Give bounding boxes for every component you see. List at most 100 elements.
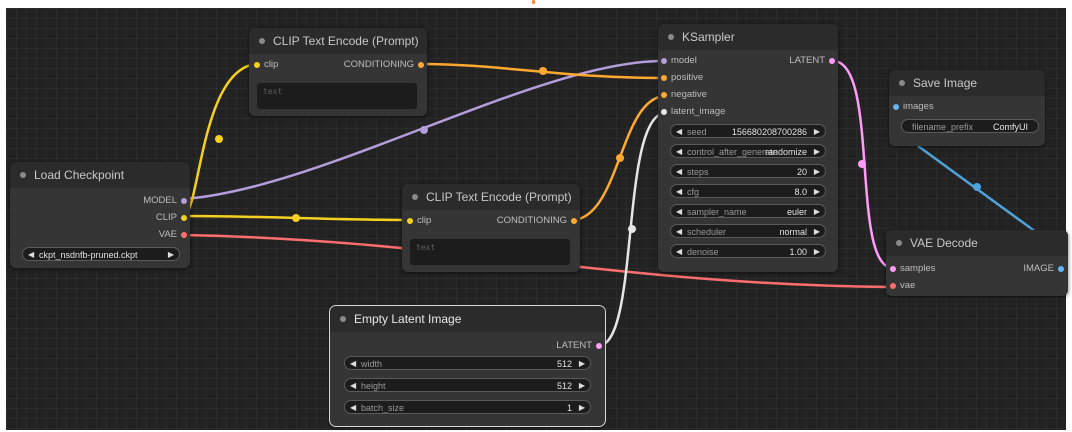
decrement-arrow-icon[interactable]: ◀ xyxy=(676,185,682,199)
increment-arrow-icon[interactable]: ▶ xyxy=(168,248,174,262)
empty-latent-title[interactable]: Empty Latent Image xyxy=(330,306,605,332)
decrement-arrow-icon[interactable]: ◀ xyxy=(28,248,34,262)
decrement-arrow-icon[interactable]: ◀ xyxy=(350,357,356,371)
decrement-arrow-icon[interactable]: ◀ xyxy=(350,379,356,393)
steps-widget[interactable]: ◀ steps 20 ▶ xyxy=(670,164,826,178)
output-conditioning-top[interactable]: CONDITIONING xyxy=(344,59,424,71)
pin-images-in[interactable] xyxy=(893,104,899,110)
input-positive-label: positive xyxy=(671,72,704,83)
clip-bottom-title[interactable]: CLIP Text Encode (Prompt) xyxy=(402,184,580,210)
decrement-arrow-icon[interactable]: ◀ xyxy=(676,145,682,159)
pin-clip-out[interactable] xyxy=(181,215,187,221)
increment-arrow-icon[interactable]: ▶ xyxy=(814,125,820,139)
ksampler-title[interactable]: KSampler xyxy=(658,24,838,50)
pin-vae-in[interactable] xyxy=(890,283,896,289)
cfg-widget[interactable]: ◀ cfg 8.0 ▶ xyxy=(670,184,826,198)
denoise-widget[interactable]: ◀ denoise 1.00 ▶ xyxy=(670,244,826,258)
empty-latent-image-node[interactable]: Empty Latent Image LATENT ◀ width 512 ▶ ◀ he… xyxy=(329,305,606,427)
seed-widget[interactable]: ◀ seed 156680208700286 ▶ xyxy=(670,124,826,138)
collapse-dot-icon[interactable] xyxy=(259,38,265,44)
input-vae[interactable]: vae xyxy=(890,280,915,292)
scheduler-widget[interactable]: ◀ scheduler normal ▶ xyxy=(670,224,826,238)
width-value: 512 xyxy=(556,359,572,369)
increment-arrow-icon[interactable]: ▶ xyxy=(579,357,585,371)
clip-bottom-text-input[interactable]: text xyxy=(410,239,570,265)
pin-samples-in[interactable] xyxy=(890,266,896,272)
decrement-arrow-icon[interactable]: ◀ xyxy=(676,245,682,259)
input-clip-top-label: clip xyxy=(264,59,279,70)
output-image[interactable]: IMAGE xyxy=(1023,263,1064,275)
scheduler-value: normal xyxy=(779,227,807,237)
increment-arrow-icon[interactable]: ▶ xyxy=(814,185,820,199)
input-samples[interactable]: samples xyxy=(890,263,935,275)
vae-decode-node[interactable]: VAE Decode samples vae IMAGE xyxy=(886,230,1068,296)
increment-arrow-icon[interactable]: ▶ xyxy=(814,145,820,159)
increment-arrow-icon[interactable]: ▶ xyxy=(579,401,585,415)
batch-size-label: batch_size xyxy=(361,403,405,413)
increment-arrow-icon[interactable]: ▶ xyxy=(579,379,585,393)
collapse-dot-icon[interactable] xyxy=(340,316,346,322)
steps-value: 20 xyxy=(796,167,807,177)
decrement-arrow-icon[interactable]: ◀ xyxy=(676,165,682,179)
collapse-dot-icon[interactable] xyxy=(668,34,674,40)
increment-arrow-icon[interactable]: ▶ xyxy=(814,165,820,179)
output-conditioning-bottom[interactable]: CONDITIONING xyxy=(497,215,577,227)
collapse-dot-icon[interactable] xyxy=(896,240,902,246)
vae-decode-title[interactable]: VAE Decode xyxy=(886,230,1068,256)
ksampler-node[interactable]: KSampler model positive negative latent_… xyxy=(658,24,838,272)
pin-clip-in[interactable] xyxy=(407,218,413,224)
clip-text-encode-top-node[interactable]: CLIP Text Encode (Prompt) clip CONDITION… xyxy=(249,28,427,116)
collapse-dot-icon[interactable] xyxy=(899,80,905,86)
batch-size-widget[interactable]: ◀ batch_size 1 ▶ xyxy=(344,400,591,414)
load-checkpoint-node[interactable]: Load Checkpoint MODEL CLIP VAE ◀ ckpt_ns… xyxy=(10,162,190,268)
output-vae[interactable]: VAE xyxy=(159,229,187,241)
denoise-label: denoise xyxy=(687,247,719,257)
input-images[interactable]: images xyxy=(893,101,934,113)
input-clip-top[interactable]: clip xyxy=(254,59,278,71)
pin-vae-out[interactable] xyxy=(181,232,187,238)
pin-model-out[interactable] xyxy=(181,198,187,204)
decrement-arrow-icon[interactable]: ◀ xyxy=(676,225,682,239)
height-widget[interactable]: ◀ height 512 ▶ xyxy=(344,378,591,392)
collapse-dot-icon[interactable] xyxy=(412,194,418,200)
clip-top-text-input[interactable]: text xyxy=(257,83,417,109)
decrement-arrow-icon[interactable]: ◀ xyxy=(350,401,356,415)
pin-latent-in[interactable] xyxy=(661,109,667,115)
pin-conditioning-out[interactable] xyxy=(571,218,577,224)
ckpt-name-value: ckpt_nsdnfb-pruned.ckpt xyxy=(39,250,138,260)
increment-arrow-icon[interactable]: ▶ xyxy=(814,245,820,259)
input-negative[interactable]: negative xyxy=(661,89,707,101)
pin-negative-in[interactable] xyxy=(661,92,667,98)
input-model[interactable]: model xyxy=(661,55,697,67)
pin-latent-out[interactable] xyxy=(596,343,602,349)
input-positive[interactable]: positive xyxy=(661,72,703,84)
increment-arrow-icon[interactable]: ▶ xyxy=(814,225,820,239)
sampler-name-widget[interactable]: ◀ sampler_name euler ▶ xyxy=(670,204,826,218)
output-latent-empty[interactable]: LATENT xyxy=(556,340,602,352)
decrement-arrow-icon[interactable]: ◀ xyxy=(676,125,682,139)
width-widget[interactable]: ◀ width 512 ▶ xyxy=(344,356,591,370)
input-clip-bottom[interactable]: clip xyxy=(407,215,431,227)
save-image-title[interactable]: Save Image xyxy=(889,70,1045,96)
output-clip[interactable]: CLIP xyxy=(156,212,187,224)
input-latent-image[interactable]: latent_image xyxy=(661,106,725,118)
collapse-dot-icon[interactable] xyxy=(20,172,26,178)
ckpt-name-combo[interactable]: ◀ ckpt_nsdnfb-pruned.ckpt ▶ xyxy=(22,247,180,261)
filename-prefix-widget[interactable]: filename_prefix ComfyUI xyxy=(901,119,1039,133)
seed-value: 156680208700286 xyxy=(731,127,807,137)
output-model[interactable]: MODEL xyxy=(143,195,187,207)
pin-image-out[interactable] xyxy=(1058,266,1064,272)
output-latent[interactable]: LATENT xyxy=(789,55,835,67)
load-checkpoint-title[interactable]: Load Checkpoint xyxy=(10,162,190,188)
clip-text-encode-bottom-node[interactable]: CLIP Text Encode (Prompt) clip CONDITION… xyxy=(402,184,580,272)
control-after-generate-widget[interactable]: ◀ control_after_generate randomize ▶ xyxy=(670,144,826,158)
pin-model-in[interactable] xyxy=(661,58,667,64)
decrement-arrow-icon[interactable]: ◀ xyxy=(676,205,682,219)
clip-top-title[interactable]: CLIP Text Encode (Prompt) xyxy=(249,28,427,54)
pin-conditioning-out[interactable] xyxy=(418,62,424,68)
pin-positive-in[interactable] xyxy=(661,75,667,81)
save-image-node[interactable]: Save Image images filename_prefix ComfyUI xyxy=(889,70,1045,146)
pin-latent-out[interactable] xyxy=(829,58,835,64)
pin-clip-in[interactable] xyxy=(254,62,260,68)
increment-arrow-icon[interactable]: ▶ xyxy=(814,205,820,219)
